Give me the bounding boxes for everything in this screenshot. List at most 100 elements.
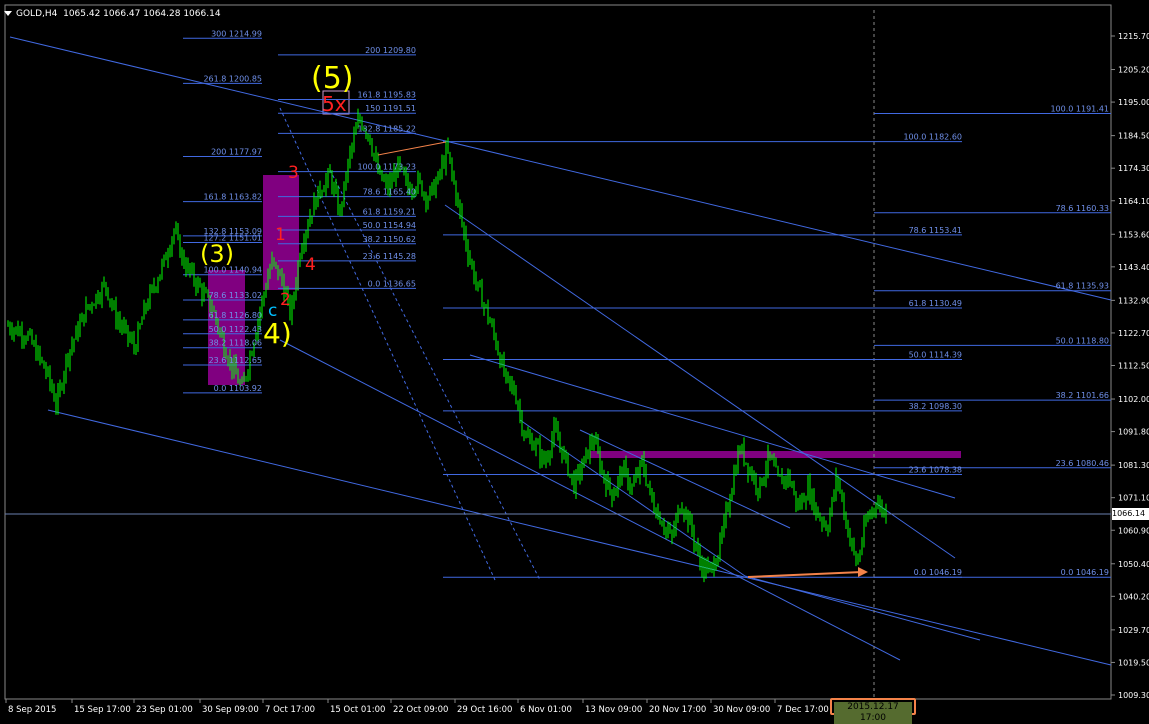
y-tick-label: 1153.60 — [1118, 230, 1149, 239]
trendline-upper — [9, 36, 1112, 301]
fib-right-b-label: 38.2 1101.66 — [1056, 391, 1109, 400]
x-tick-label: 8 Sep 2015 — [8, 705, 56, 715]
x-tick-label: 6 Nov 01:00 — [520, 705, 572, 715]
wave-label-c: c — [268, 301, 277, 321]
x-tick-label: 15 Sep 17:00 — [74, 705, 131, 715]
y-tick-label: 1029.70 — [1118, 626, 1149, 635]
x-tick-label: 23 Sep 01:00 — [136, 705, 193, 715]
fib-left-label: 61.8 1126.80 — [209, 311, 262, 320]
fib-left-label: 38.2 1118.06 — [209, 339, 262, 348]
y-tick-label: 1071.10 — [1118, 494, 1149, 503]
fib-right-a-label: 78.6 1153.41 — [909, 226, 962, 235]
fib-mid-label: 38.2 1150.62 — [363, 235, 416, 244]
wave-label-4: 4) — [263, 317, 292, 350]
y-tick-label: 1112.50 — [1118, 362, 1149, 371]
fib-right-a-label: 61.8 1130.49 — [909, 299, 962, 308]
y-tick-label: 1040.20 — [1118, 592, 1149, 601]
fib-mid-label: 61.8 1159.21 — [363, 207, 416, 216]
trendline-lower-long — [47, 409, 1112, 666]
channel-b — [579, 429, 791, 529]
y-tick-label: 1132.90 — [1118, 296, 1149, 305]
fib-mid-label: 100.0 1173.23 — [357, 163, 416, 172]
fib-mid-label: 0.0 1136.65 — [368, 279, 416, 288]
supply-demand-zones — [208, 90, 961, 458]
y-tick-label: 1195.00 — [1118, 98, 1149, 107]
wave-label-5x: 5x — [322, 92, 347, 116]
wave-label-minor-1: 1 — [275, 225, 286, 245]
cursor-time-label: 2015.12.17 17:00 — [834, 702, 912, 724]
x-tick-label: 15 Oct 01:00 — [330, 705, 385, 715]
ohlc-label: 1065.42 1066.47 1064.28 1066.14 — [63, 9, 221, 19]
y-tick-label: 1060.90 — [1118, 526, 1149, 535]
fib-levels — [183, 37, 1111, 578]
fib-left-label: 100.0 1140.94 — [203, 266, 262, 275]
y-tick-label: 1215.70 — [1118, 32, 1149, 41]
orange-arrow-shaft — [747, 571, 863, 578]
y-tick-label: 1122.70 — [1118, 329, 1149, 338]
y-tick-label: 1174.30 — [1118, 164, 1149, 173]
dropdown-triangle-icon[interactable] — [4, 11, 12, 16]
fib-left-label: 127.2 1151.01 — [203, 234, 262, 243]
fib-right-b-label: 100.0 1191.41 — [1050, 105, 1109, 114]
y-tick-label: 1050.40 — [1118, 560, 1149, 569]
orange-arrow-head — [858, 567, 868, 577]
fib-mid-label: 200 1209.80 — [365, 46, 416, 55]
cursor-time-box: 2015.12.17 17:00 — [830, 698, 916, 724]
y-tick-label: 1091.80 — [1118, 428, 1149, 437]
y-tick-label: 1143.40 — [1118, 263, 1149, 272]
x-tick-label: 30 Sep 09:00 — [202, 705, 259, 715]
fib-mid-label: 150 1191.51 — [365, 104, 416, 113]
fib-right-b-label: 50.0 1118.80 — [1056, 336, 1109, 345]
trendline-mid — [279, 339, 901, 661]
fib-mid-label: 132.8 1185.22 — [357, 124, 416, 133]
y-tick-label: 1081.30 — [1118, 461, 1149, 470]
x-tick-label: 29 Oct 16:00 — [457, 705, 512, 715]
wave-label-5: (5) — [311, 61, 354, 96]
y-tick-label: 1019.50 — [1118, 658, 1149, 667]
y-tick-label: 1164.10 — [1118, 197, 1149, 206]
fib-right-a-label: 38.2 1098.30 — [909, 402, 962, 411]
channel-a — [469, 354, 956, 499]
fib-left-label: 50.0 1122.43 — [209, 325, 262, 334]
x-tick-label: 30 Nov 09:00 — [713, 705, 770, 715]
zone-3 — [590, 451, 961, 458]
fib-mid-label: 50.0 1154.94 — [363, 221, 416, 230]
fib-left-label: 0.0 1103.92 — [214, 384, 262, 393]
x-tick-label: 13 Nov 09:00 — [585, 705, 642, 715]
y-tick-label: 1205.20 — [1118, 66, 1149, 75]
fib-left-label: 300 1214.99 — [211, 29, 262, 38]
symbol-label: GOLD,H4 — [16, 9, 58, 19]
fib-right-b-label: 23.6 1080.46 — [1056, 459, 1109, 468]
x-tick-label: 20 Nov 17:00 — [649, 705, 706, 715]
fib-mid-label: 161.8 1195.83 — [357, 90, 416, 99]
fib-right-b-label: 0.0 1046.19 — [1061, 568, 1109, 577]
fib-left-label: 200 1177.97 — [211, 147, 262, 156]
x-tick-label: 22 Oct 09:00 — [393, 705, 448, 715]
wave-label-minor-4: 4 — [305, 255, 316, 275]
time-axis: 8 Sep 2015 15 Sep 17:00 23 Sep 01:00 30 Sep… — [5, 699, 829, 715]
wave-label-minor-2: 2 — [280, 290, 291, 310]
x-tick-label: 7 Dec 17:00 — [777, 705, 829, 715]
price-axis: 1215.70 1205.20 1195.00 1184.50 1174.30 1164.… — [1111, 32, 1149, 700]
y-tick-label: 1009.30 — [1118, 691, 1149, 700]
wave-label-minor-3: 3 — [288, 163, 299, 183]
chart-header: GOLD,H4 1065.42 1066.47 1064.28 1066.14 — [4, 9, 221, 19]
y-tick-label: 1184.50 — [1118, 132, 1149, 141]
x-tick-label: 7 Oct 17:00 — [265, 705, 315, 715]
price-chart[interactable]: (5) (3) 4) 5x 3 4 2 1 c 300 1214.99 261.8… — [0, 0, 1149, 717]
wave-label-3: (3) — [200, 240, 234, 268]
fib-right-a-label: 50.0 1114.39 — [909, 350, 962, 359]
current-price-tag: 1066.14 — [1112, 508, 1149, 520]
fib-mid-label: 78.6 1165.40 — [363, 188, 416, 197]
fib-right-a-label: 23.6 1078.38 — [909, 465, 962, 474]
orange-connector — [377, 141, 447, 156]
fib-left-label: 161.8 1163.82 — [203, 193, 262, 202]
y-tick-label: 1102.00 — [1118, 395, 1149, 404]
fib-mid-label: 23.6 1145.28 — [363, 252, 416, 261]
fib-right-b-label: 78.6 1160.33 — [1056, 204, 1109, 213]
fib-right-a-label: 0.0 1046.19 — [914, 568, 962, 577]
fib-left-label: 23.6 1112.65 — [209, 356, 262, 365]
fib-left-label: 78.6 1133.02 — [209, 291, 262, 300]
fib-left-label: 261.8 1200.85 — [203, 74, 262, 83]
fib-right-b-label: 61.8 1135.93 — [1056, 282, 1109, 291]
